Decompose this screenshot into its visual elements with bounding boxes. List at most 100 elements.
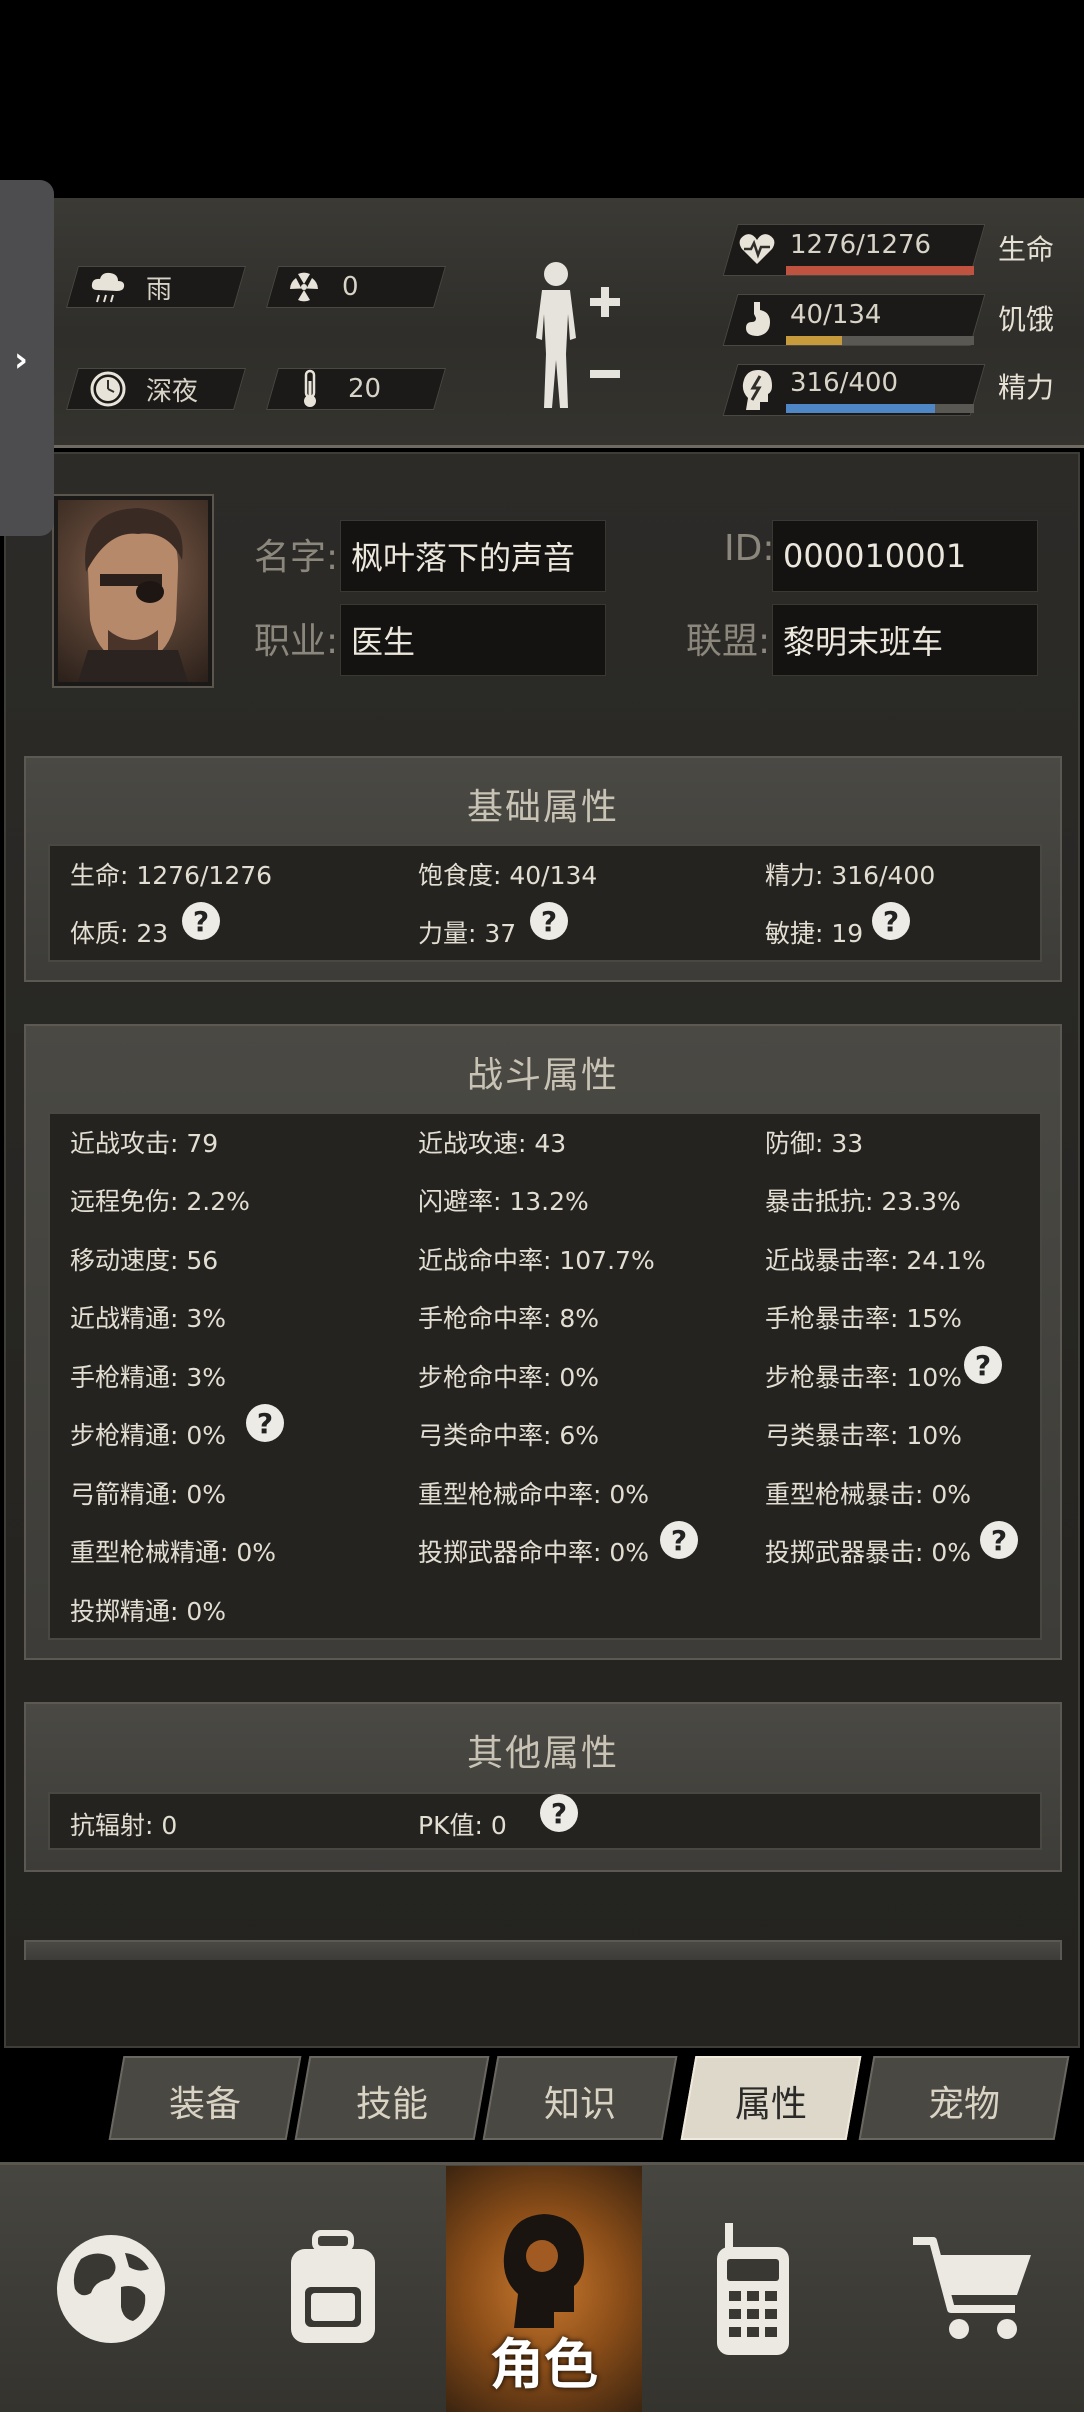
attr-rifle-mastery: 步枪精通: 0% [70, 1421, 227, 1450]
attr-heavy-mastery: 重型枪械精通: 0% [70, 1538, 277, 1567]
rifle-crit-help-icon[interactable]: ? [964, 1346, 1002, 1384]
id-field: 000010001 [772, 520, 1038, 592]
name-label: 名字: [254, 537, 339, 578]
radiation-value: 0 [342, 272, 359, 302]
attr-energy: 精力: 316/400 [765, 861, 936, 890]
weather-label: 雨 [146, 274, 173, 305]
pk-help-icon[interactable]: ? [540, 1794, 578, 1832]
next-section-edge [24, 1940, 1062, 1960]
energy-value: 316/400 [790, 368, 899, 398]
job-value: 医生 [351, 623, 416, 661]
other-attributes-body: 抗辐射: 0 PK值: 0 ? [48, 1792, 1042, 1850]
attr-satiety: 饱食度: 40/134 [418, 861, 598, 890]
nav-character-label: 角色 [490, 2333, 598, 2396]
tab-attributes-label: 属性 [734, 2084, 807, 2125]
attr-rifle-crit: 步枪暴击率: 10% [765, 1363, 962, 1392]
head-energy-icon [740, 368, 774, 416]
avatar[interactable] [54, 496, 212, 686]
character-head-icon [503, 2214, 584, 2328]
body-silhouette-icon [536, 262, 620, 408]
attr-melee-mastery: 近战精通: 3% [70, 1304, 227, 1333]
attr-melee-attack: 近战攻击: 79 [70, 1129, 219, 1158]
attr-bow-mastery: 弓箭精通: 0% [70, 1480, 227, 1509]
attr-strength: 力量: 37 [418, 919, 517, 948]
shopping-cart-icon [913, 2237, 1031, 2339]
energy-bar-fill [786, 404, 935, 413]
attr-pistol-crit: 手枪暴击率: 15% [765, 1304, 962, 1333]
attr-pistol-hit: 手枪命中率: 8% [418, 1304, 600, 1333]
thermometer-icon [290, 369, 330, 409]
job-field: 医生 [340, 604, 606, 676]
attr-agility: 敏捷: 19 [765, 919, 864, 948]
strength-help-icon[interactable]: ? [530, 902, 568, 940]
attr-heavy-hit: 重型枪械命中率: 0% [418, 1480, 650, 1509]
radiation-indicator: 0 [284, 266, 359, 308]
hunger-label: 饥饿 [998, 303, 1055, 336]
walkie-talkie-icon [717, 2223, 789, 2355]
throw-crit-help-icon[interactable]: ? [980, 1521, 1018, 1559]
attr-dodge: 闪避率: 13.2% [418, 1187, 589, 1216]
time-label: 深夜 [146, 376, 199, 407]
attr-constitution: 体质: 23 [70, 919, 169, 948]
hunger-bar [786, 336, 974, 345]
chevron-right-icon: › [14, 340, 29, 380]
side-drawer-handle[interactable]: › [0, 180, 54, 536]
rifle-mastery-help-icon[interactable]: ? [246, 1404, 284, 1442]
alliance-value: 黎明末班车 [783, 623, 944, 661]
body-health-button[interactable] [520, 258, 630, 418]
section-title: 其他属性 [466, 1733, 619, 1774]
agility-help-icon[interactable]: ? [872, 902, 910, 940]
section-title: 战斗属性 [466, 1055, 619, 1096]
nav-radio[interactable] [642, 2166, 864, 2412]
other-attributes-section: 其他属性 抗辐射: 0 PK值: 0 ? [24, 1702, 1062, 1872]
attr-throw-crit: 投掷武器暴击: 0% [765, 1538, 972, 1567]
alliance-field: 黎明末班车 [772, 604, 1038, 676]
top-black-bar [0, 0, 1084, 198]
attr-heavy-crit: 重型枪械暴击: 0% [765, 1480, 972, 1509]
tab-knowledge-label: 知识 [543, 2084, 616, 2125]
combat-attributes-section: 战斗属性 近战攻击: 79 近战攻速: 43 防御: 33 远程免伤: 2.2%… [24, 1024, 1062, 1660]
nav-backpack[interactable] [222, 2166, 444, 2412]
basic-attributes-section: 基础属性 生命: 1276/1276 饱食度: 40/134 精力: 316/4… [24, 756, 1062, 982]
globe-icon [57, 2235, 165, 2343]
alliance-label: 联盟: [686, 621, 771, 662]
backpack-icon [291, 2230, 375, 2343]
id-value: 000010001 [783, 537, 967, 575]
attr-throw-mastery: 投掷精通: 0% [70, 1597, 227, 1626]
energy-label: 精力 [998, 371, 1055, 404]
attr-crit-resist: 暴击抵抗: 23.3% [765, 1187, 961, 1216]
constitution-help-icon[interactable]: ? [182, 902, 220, 940]
section-title: 基础属性 [466, 787, 619, 828]
nav-shop[interactable] [864, 2166, 1084, 2412]
attr-move-speed: 移动速度: 56 [70, 1246, 219, 1275]
nav-world[interactable] [0, 2166, 222, 2412]
tab-pets-label: 宠物 [927, 2084, 1000, 2125]
attr-throw-hit: 投掷武器命中率: 0% [418, 1538, 650, 1567]
life-bar-fill [786, 266, 974, 275]
stomach-icon [740, 300, 774, 344]
throw-hit-help-icon[interactable]: ? [660, 1521, 698, 1559]
combat-attributes-body: 近战攻击: 79 近战攻速: 43 防御: 33 远程免伤: 2.2% 闪避率:… [48, 1112, 1042, 1640]
name-value: 枫叶落下的声音 [351, 539, 576, 577]
attr-bow-hit: 弓类命中率: 6% [418, 1421, 600, 1450]
radiation-icon [284, 267, 324, 307]
temperature-indicator: 20 [290, 368, 381, 410]
attr-ranged-reduction: 远程免伤: 2.2% [70, 1187, 250, 1216]
tab-equipment-label: 装备 [168, 2084, 241, 2125]
time-indicator: 深夜 [88, 368, 198, 410]
life-label: 生命 [998, 233, 1055, 266]
name-field: 枫叶落下的声音 [340, 520, 606, 592]
life-bar [786, 266, 974, 275]
job-label: 职业: [254, 621, 339, 662]
clock-icon [88, 369, 128, 409]
attr-rifle-hit: 步枪命中率: 0% [418, 1363, 600, 1392]
hunger-value: 40/134 [790, 300, 882, 330]
attr-pistol-mastery: 手枪精通: 3% [70, 1363, 227, 1392]
attr-defense: 防御: 33 [765, 1129, 864, 1158]
attr-life: 生命: 1276/1276 [70, 861, 273, 890]
avatar-portrait-icon [78, 508, 188, 682]
attr-radiation-resist: 抗辐射: 0 [70, 1811, 178, 1840]
attr-bow-crit: 弓类暴击率: 10% [765, 1421, 962, 1450]
energy-bar [786, 404, 974, 413]
attr-pk-value: PK值: 0 [418, 1811, 507, 1840]
